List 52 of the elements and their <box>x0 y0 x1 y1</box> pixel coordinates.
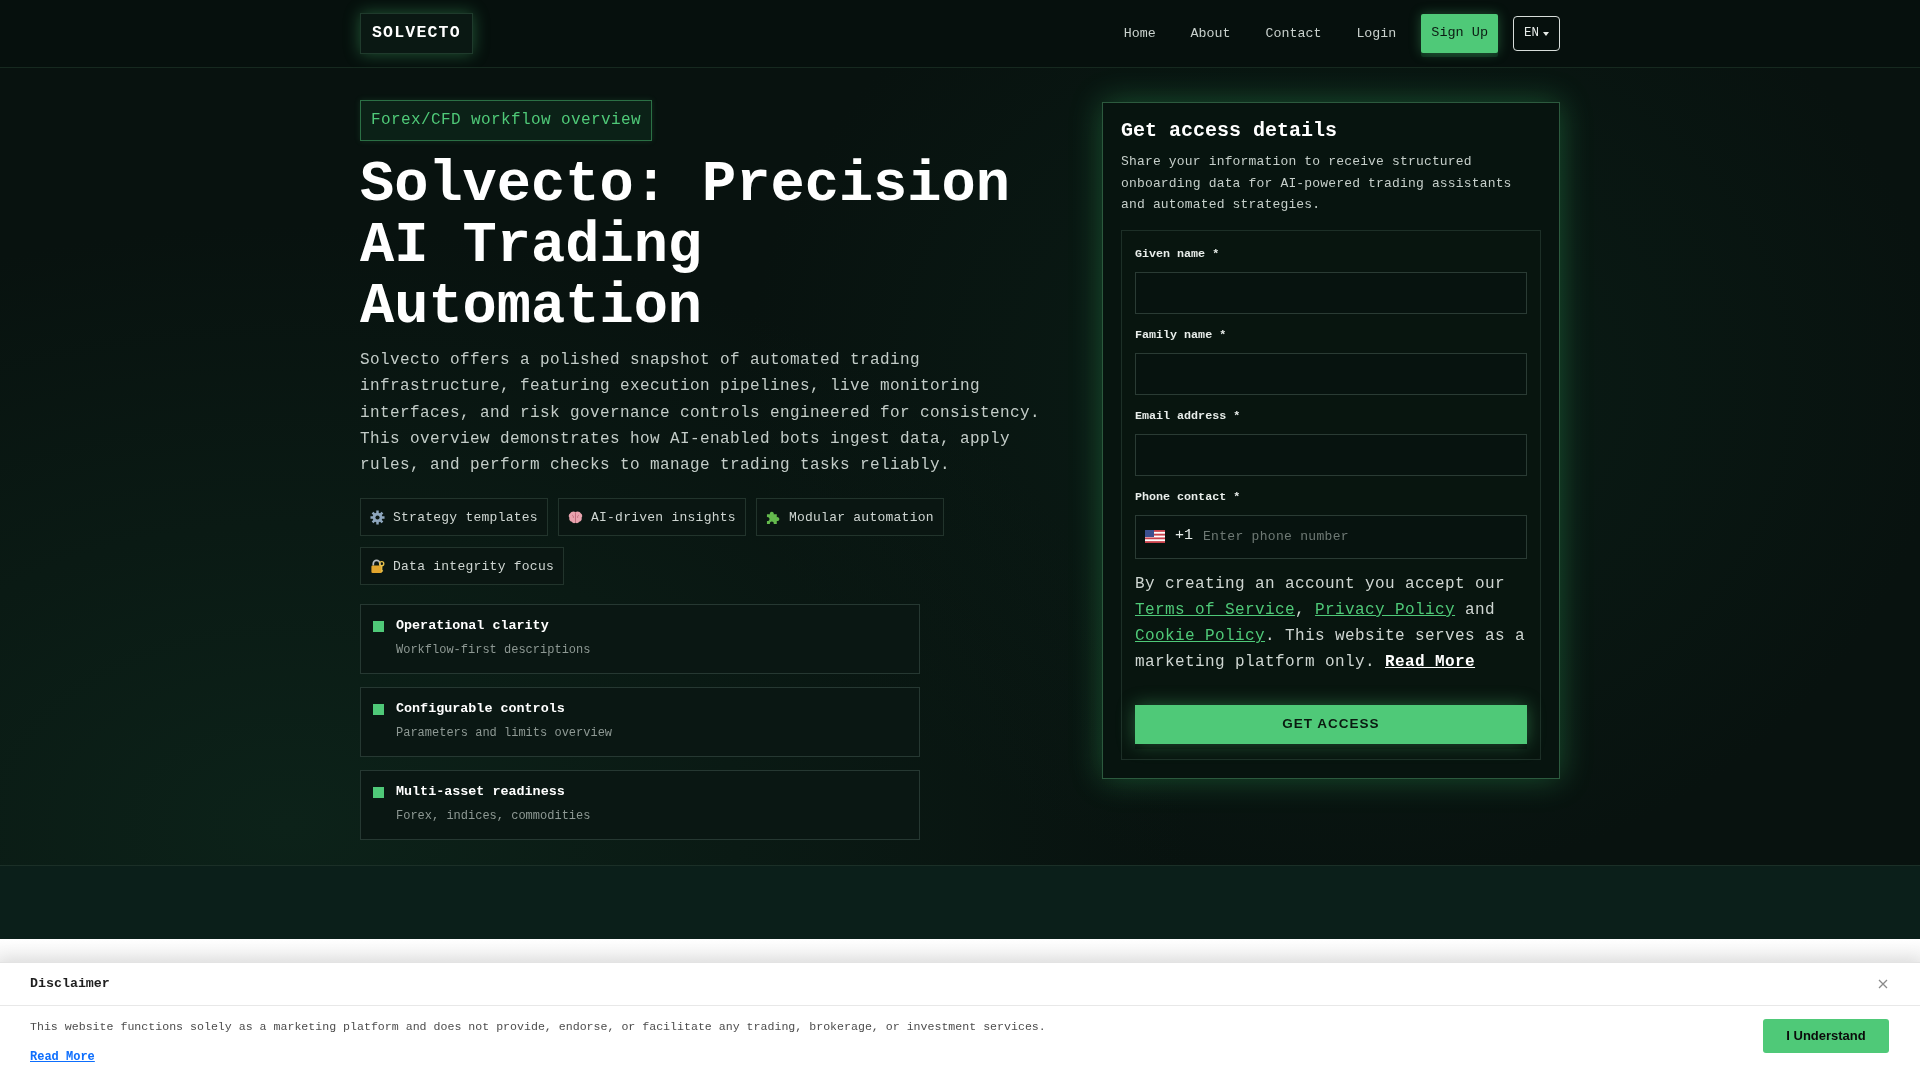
policy-link[interactable]: Cookie Policy <box>1135 627 1266 646</box>
caret-icon <box>1543 31 1549 36</box>
dial-code: +1 <box>1175 526 1193 547</box>
policy-link[interactable]: Terms of Service <box>1135 600 1296 619</box>
puzzle-icon <box>765 510 781 525</box>
language-button[interactable]: EN <box>1513 16 1560 51</box>
input-field[interactable] <box>1135 352 1527 395</box>
understand-button[interactable]: I Understand <box>1763 1019 1889 1053</box>
form-title: Get access details <box>1121 118 1339 144</box>
logo[interactable]: SOLVECTO <box>360 13 473 54</box>
read-more-link[interactable]: Read More <box>1385 653 1476 672</box>
input-field[interactable] <box>1135 433 1527 476</box>
lock-icon <box>370 559 385 574</box>
chip-label: Strategy templates <box>393 508 538 527</box>
get-access-button[interactable]: GET ACCESS <box>1135 704 1527 744</box>
nav-link[interactable]: About <box>1190 17 1231 50</box>
disclaimer-title: Disclaimer <box>30 975 110 994</box>
nav-link[interactable]: Login <box>1356 17 1397 50</box>
policy-link[interactable]: Privacy Policy <box>1315 600 1456 619</box>
field-label: Given name * <box>1135 245 1221 262</box>
read-more-link[interactable]: Read More <box>30 1048 95 1066</box>
feature-subtitle: Parameters and limits overview <box>396 725 613 742</box>
disclaimer-text: This website functions solely as a marketing platform and does not provide, endorse, or facilitate any trading, brokerage, or investment services. <box>30 1019 1046 1034</box>
input-field[interactable] <box>1135 271 1527 314</box>
brain-icon <box>567 510 583 525</box>
flag-icon <box>1145 530 1165 543</box>
field-label: Phone contact * <box>1135 488 1242 505</box>
close-button[interactable] <box>1876 977 1890 991</box>
chip-label: Modular automation <box>788 508 934 527</box>
square-bullet-icon <box>373 787 384 799</box>
hero-description: Solvecto offers a polished snapshot of automated trading infrastructure, featuring execution pipelines, live monitoring interfaces, and risk governance controls engineered for consistency. This overview demonstrates how AI-enabled bots ingest data, apply rules, and perform checks to manage trading tasks reliably. <box>360 350 1042 477</box>
feature-subtitle: Workflow-first descriptions <box>396 642 591 659</box>
field-label: Email address * <box>1135 407 1242 424</box>
nav-link[interactable]: Home <box>1123 17 1156 50</box>
gear-icon <box>370 510 385 525</box>
nav-link[interactable]: Contact <box>1265 17 1322 50</box>
feature-title: Configurable controls <box>396 700 566 718</box>
field-label: Family name * <box>1135 326 1228 343</box>
overview-badge: Forex/CFD workflow overview <box>360 100 653 141</box>
hero-title: Solvecto: Precision AI Trading Automation <box>360 155 1011 338</box>
square-bullet-icon <box>373 621 384 633</box>
chip-label: AI-driven insights <box>590 508 736 527</box>
chip-label: Data integrity focus <box>393 557 555 576</box>
consent-text: By creating an account you accept our Terms of Service, Privacy Policy and Cookie Policy. This website serves as a marketing platform only. Read More <box>1135 573 1527 674</box>
phone-field[interactable]: +1 Enter phone number <box>1135 514 1527 559</box>
phone-number-input[interactable]: Enter phone number <box>1203 526 1517 547</box>
feature-title: Multi-asset readiness <box>396 783 566 801</box>
feature-subtitle: Forex, indices, commodities <box>396 808 591 825</box>
feature-title: Operational clarity <box>396 617 550 635</box>
square-bullet-icon <box>373 704 384 716</box>
close-icon <box>1878 979 1888 989</box>
form-description: Share your information to receive structured onboarding data for AI-powered trading assistants and automated strategies. <box>1121 153 1513 214</box>
